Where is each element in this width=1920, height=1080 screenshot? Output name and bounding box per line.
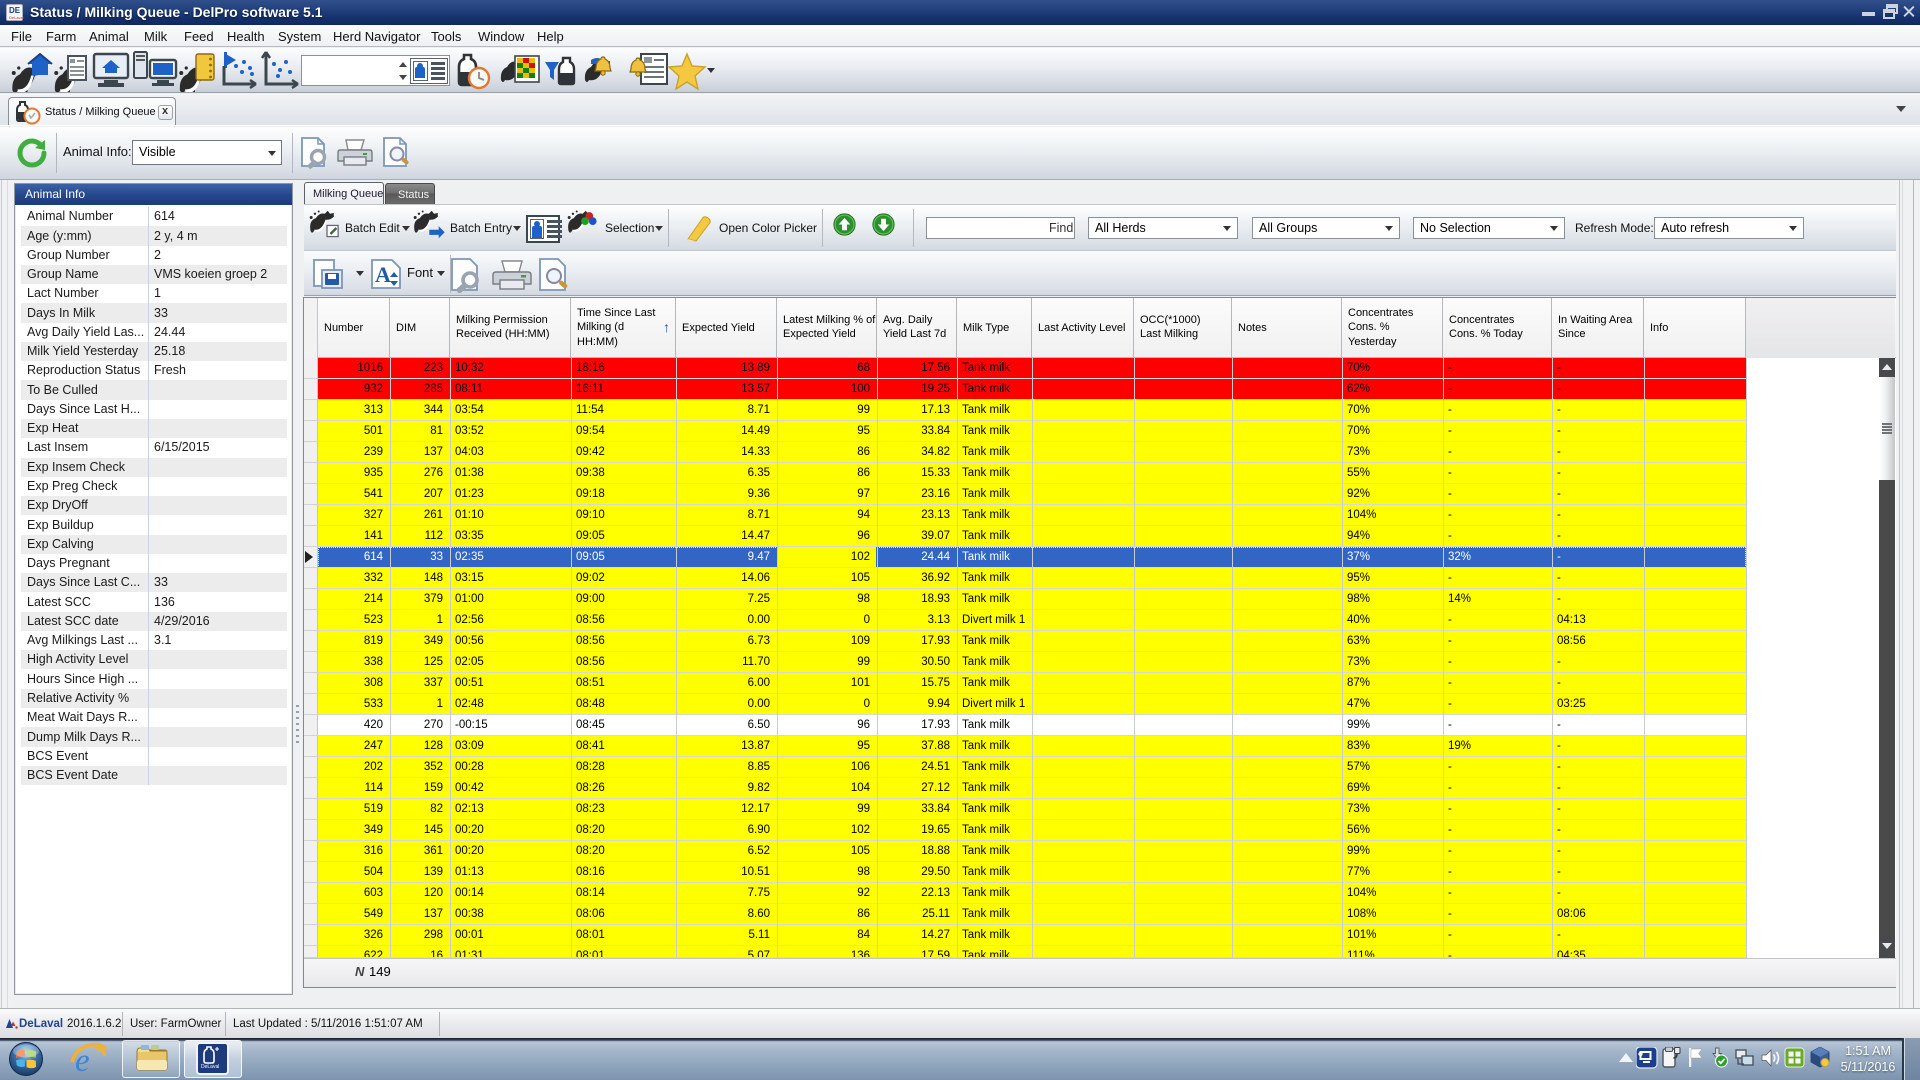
svg-text:A: A bbox=[375, 262, 391, 287]
svg-text:e: e bbox=[75, 1043, 90, 1076]
